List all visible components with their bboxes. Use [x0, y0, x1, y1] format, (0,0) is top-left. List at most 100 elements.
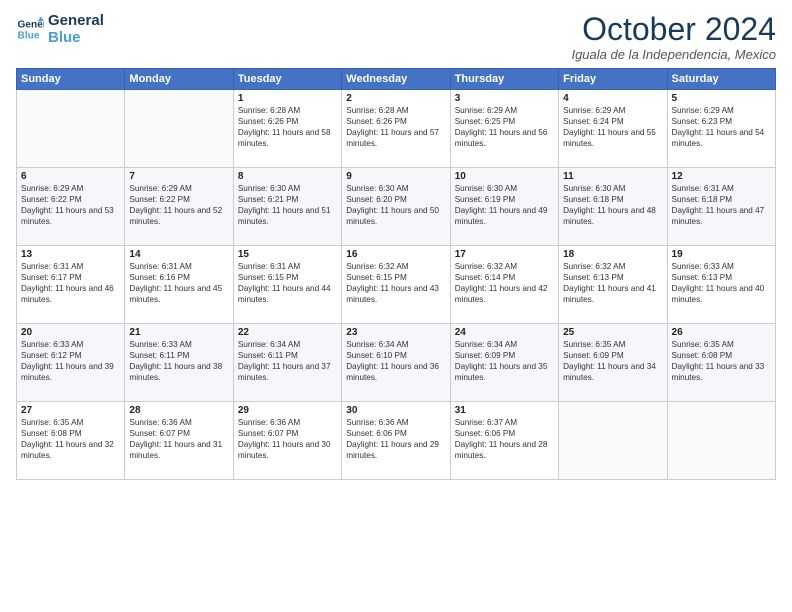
weekday-header-sunday: Sunday: [17, 69, 125, 90]
calendar-week-4: 20Sunrise: 6:33 AMSunset: 6:12 PMDayligh…: [17, 324, 776, 402]
logo: General Blue General Blue: [16, 12, 104, 47]
calendar-cell: 8Sunrise: 6:30 AMSunset: 6:21 PMDaylight…: [233, 168, 341, 246]
day-number: 28: [129, 405, 228, 416]
day-number: 1: [238, 93, 337, 104]
day-info: Sunrise: 6:33 AMSunset: 6:11 PMDaylight:…: [129, 339, 228, 383]
calendar-cell: 11Sunrise: 6:30 AMSunset: 6:18 PMDayligh…: [559, 168, 667, 246]
day-number: 12: [672, 171, 771, 182]
title-block: October 2024 Iguala de la Independencia,…: [571, 12, 776, 62]
day-number: 26: [672, 327, 771, 338]
calendar-week-1: 1Sunrise: 6:28 AMSunset: 6:26 PMDaylight…: [17, 90, 776, 168]
calendar-week-5: 27Sunrise: 6:35 AMSunset: 6:08 PMDayligh…: [17, 402, 776, 480]
day-info: Sunrise: 6:30 AMSunset: 6:18 PMDaylight:…: [563, 183, 662, 227]
day-info: Sunrise: 6:31 AMSunset: 6:15 PMDaylight:…: [238, 261, 337, 305]
day-number: 13: [21, 249, 120, 260]
calendar-cell: [17, 90, 125, 168]
day-info: Sunrise: 6:31 AMSunset: 6:18 PMDaylight:…: [672, 183, 771, 227]
day-info: Sunrise: 6:28 AMSunset: 6:26 PMDaylight:…: [346, 105, 445, 149]
calendar-cell: 31Sunrise: 6:37 AMSunset: 6:06 PMDayligh…: [450, 402, 558, 480]
day-info: Sunrise: 6:29 AMSunset: 6:24 PMDaylight:…: [563, 105, 662, 149]
day-info: Sunrise: 6:34 AMSunset: 6:09 PMDaylight:…: [455, 339, 554, 383]
calendar-cell: 5Sunrise: 6:29 AMSunset: 6:23 PMDaylight…: [667, 90, 775, 168]
weekday-header-saturday: Saturday: [667, 69, 775, 90]
day-info: Sunrise: 6:31 AMSunset: 6:16 PMDaylight:…: [129, 261, 228, 305]
calendar-cell: 10Sunrise: 6:30 AMSunset: 6:19 PMDayligh…: [450, 168, 558, 246]
weekday-header-friday: Friday: [559, 69, 667, 90]
svg-text:Blue: Blue: [18, 31, 40, 42]
day-number: 22: [238, 327, 337, 338]
day-info: Sunrise: 6:34 AMSunset: 6:11 PMDaylight:…: [238, 339, 337, 383]
calendar-cell: 1Sunrise: 6:28 AMSunset: 6:26 PMDaylight…: [233, 90, 341, 168]
day-info: Sunrise: 6:29 AMSunset: 6:22 PMDaylight:…: [129, 183, 228, 227]
calendar-cell: 17Sunrise: 6:32 AMSunset: 6:14 PMDayligh…: [450, 246, 558, 324]
calendar-cell: 12Sunrise: 6:31 AMSunset: 6:18 PMDayligh…: [667, 168, 775, 246]
calendar-cell: 6Sunrise: 6:29 AMSunset: 6:22 PMDaylight…: [17, 168, 125, 246]
day-number: 14: [129, 249, 228, 260]
day-info: Sunrise: 6:31 AMSunset: 6:17 PMDaylight:…: [21, 261, 120, 305]
calendar-cell: 27Sunrise: 6:35 AMSunset: 6:08 PMDayligh…: [17, 402, 125, 480]
day-info: Sunrise: 6:35 AMSunset: 6:09 PMDaylight:…: [563, 339, 662, 383]
day-info: Sunrise: 6:29 AMSunset: 6:22 PMDaylight:…: [21, 183, 120, 227]
calendar-cell: [125, 90, 233, 168]
day-info: Sunrise: 6:33 AMSunset: 6:13 PMDaylight:…: [672, 261, 771, 305]
day-info: Sunrise: 6:29 AMSunset: 6:23 PMDaylight:…: [672, 105, 771, 149]
day-number: 16: [346, 249, 445, 260]
day-number: 18: [563, 249, 662, 260]
calendar-cell: 7Sunrise: 6:29 AMSunset: 6:22 PMDaylight…: [125, 168, 233, 246]
weekday-header-thursday: Thursday: [450, 69, 558, 90]
calendar-cell: 23Sunrise: 6:34 AMSunset: 6:10 PMDayligh…: [342, 324, 450, 402]
day-info: Sunrise: 6:33 AMSunset: 6:12 PMDaylight:…: [21, 339, 120, 383]
calendar-week-2: 6Sunrise: 6:29 AMSunset: 6:22 PMDaylight…: [17, 168, 776, 246]
day-number: 7: [129, 171, 228, 182]
day-info: Sunrise: 6:30 AMSunset: 6:19 PMDaylight:…: [455, 183, 554, 227]
calendar-cell: 3Sunrise: 6:29 AMSunset: 6:25 PMDaylight…: [450, 90, 558, 168]
day-info: Sunrise: 6:30 AMSunset: 6:20 PMDaylight:…: [346, 183, 445, 227]
day-number: 29: [238, 405, 337, 416]
calendar-cell: [559, 402, 667, 480]
day-info: Sunrise: 6:32 AMSunset: 6:15 PMDaylight:…: [346, 261, 445, 305]
calendar-cell: 22Sunrise: 6:34 AMSunset: 6:11 PMDayligh…: [233, 324, 341, 402]
day-number: 31: [455, 405, 554, 416]
day-info: Sunrise: 6:35 AMSunset: 6:08 PMDaylight:…: [21, 417, 120, 461]
calendar-cell: 29Sunrise: 6:36 AMSunset: 6:07 PMDayligh…: [233, 402, 341, 480]
day-info: Sunrise: 6:37 AMSunset: 6:06 PMDaylight:…: [455, 417, 554, 461]
weekday-header-monday: Monday: [125, 69, 233, 90]
day-info: Sunrise: 6:35 AMSunset: 6:08 PMDaylight:…: [672, 339, 771, 383]
day-number: 2: [346, 93, 445, 104]
calendar-cell: 14Sunrise: 6:31 AMSunset: 6:16 PMDayligh…: [125, 246, 233, 324]
day-number: 23: [346, 327, 445, 338]
day-number: 25: [563, 327, 662, 338]
day-number: 3: [455, 93, 554, 104]
day-number: 19: [672, 249, 771, 260]
calendar-cell: 24Sunrise: 6:34 AMSunset: 6:09 PMDayligh…: [450, 324, 558, 402]
calendar-table: SundayMondayTuesdayWednesdayThursdayFrid…: [16, 68, 776, 480]
logo-icon: General Blue: [16, 15, 44, 43]
day-info: Sunrise: 6:36 AMSunset: 6:07 PMDaylight:…: [238, 417, 337, 461]
calendar-cell: 16Sunrise: 6:32 AMSunset: 6:15 PMDayligh…: [342, 246, 450, 324]
calendar-cell: 9Sunrise: 6:30 AMSunset: 6:20 PMDaylight…: [342, 168, 450, 246]
logo-blue: Blue: [48, 29, 104, 46]
day-info: Sunrise: 6:30 AMSunset: 6:21 PMDaylight:…: [238, 183, 337, 227]
day-info: Sunrise: 6:32 AMSunset: 6:13 PMDaylight:…: [563, 261, 662, 305]
day-number: 17: [455, 249, 554, 260]
day-info: Sunrise: 6:36 AMSunset: 6:06 PMDaylight:…: [346, 417, 445, 461]
day-number: 27: [21, 405, 120, 416]
weekday-header-tuesday: Tuesday: [233, 69, 341, 90]
page-header: General Blue General Blue October 2024 I…: [16, 12, 776, 62]
day-number: 20: [21, 327, 120, 338]
day-number: 21: [129, 327, 228, 338]
calendar-week-3: 13Sunrise: 6:31 AMSunset: 6:17 PMDayligh…: [17, 246, 776, 324]
day-info: Sunrise: 6:32 AMSunset: 6:14 PMDaylight:…: [455, 261, 554, 305]
calendar-header-row: SundayMondayTuesdayWednesdayThursdayFrid…: [17, 69, 776, 90]
calendar-cell: 20Sunrise: 6:33 AMSunset: 6:12 PMDayligh…: [17, 324, 125, 402]
calendar-cell: 30Sunrise: 6:36 AMSunset: 6:06 PMDayligh…: [342, 402, 450, 480]
day-info: Sunrise: 6:36 AMSunset: 6:07 PMDaylight:…: [129, 417, 228, 461]
calendar-cell: 28Sunrise: 6:36 AMSunset: 6:07 PMDayligh…: [125, 402, 233, 480]
day-info: Sunrise: 6:29 AMSunset: 6:25 PMDaylight:…: [455, 105, 554, 149]
day-number: 4: [563, 93, 662, 104]
calendar-cell: 2Sunrise: 6:28 AMSunset: 6:26 PMDaylight…: [342, 90, 450, 168]
day-number: 5: [672, 93, 771, 104]
day-info: Sunrise: 6:28 AMSunset: 6:26 PMDaylight:…: [238, 105, 337, 149]
calendar-cell: 18Sunrise: 6:32 AMSunset: 6:13 PMDayligh…: [559, 246, 667, 324]
calendar-cell: 13Sunrise: 6:31 AMSunset: 6:17 PMDayligh…: [17, 246, 125, 324]
